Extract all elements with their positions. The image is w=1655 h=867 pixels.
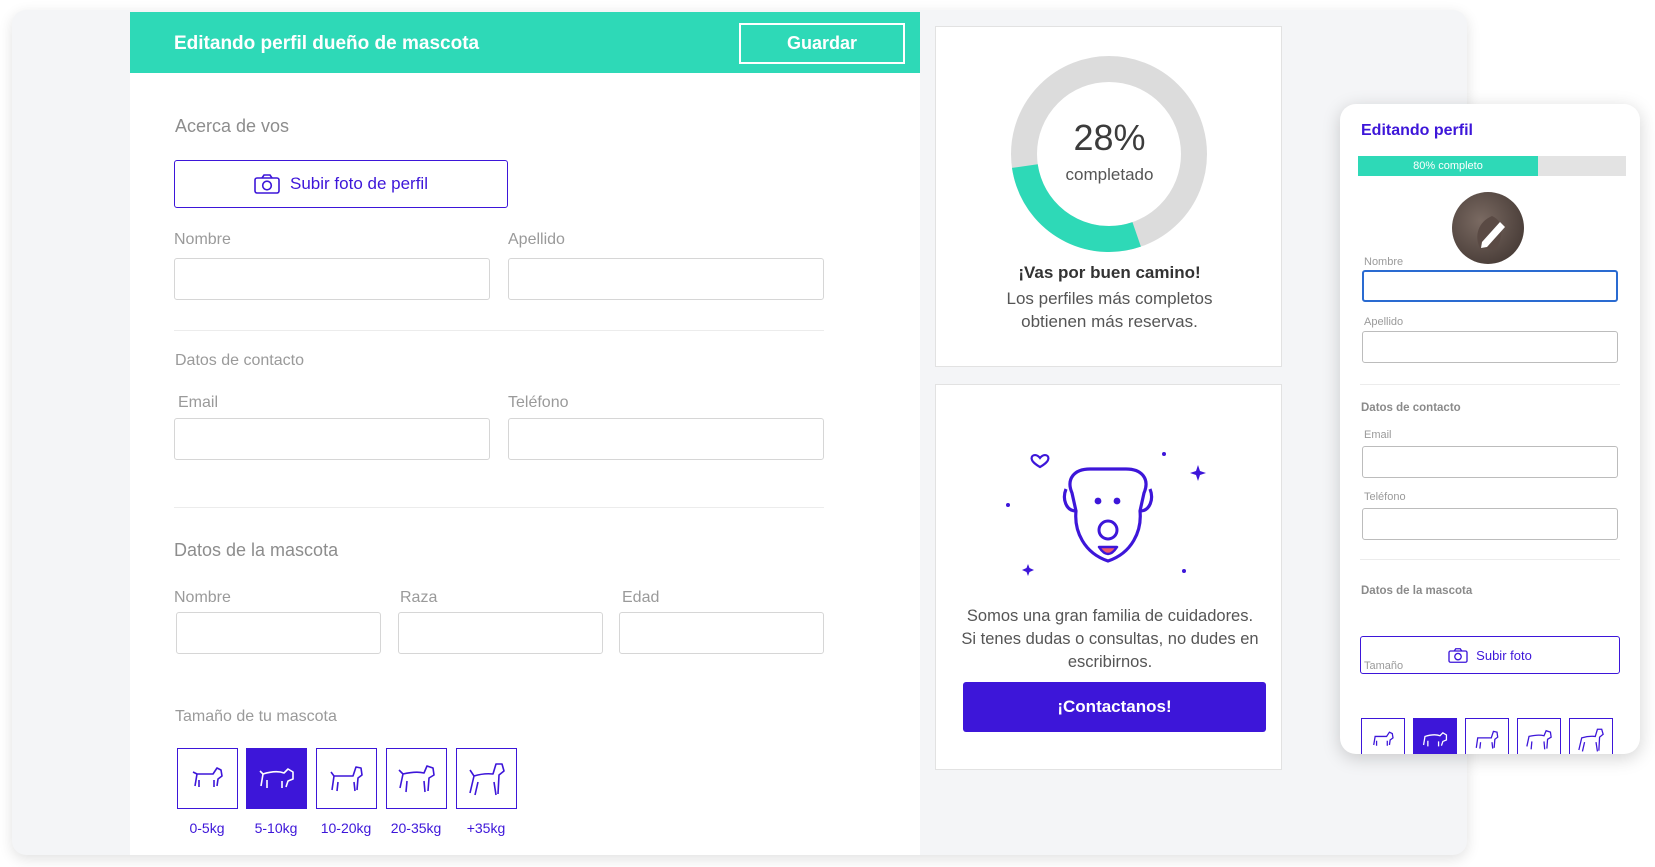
- giant-dog-icon: [1578, 728, 1604, 752]
- progress-subtitle: completado: [1065, 165, 1154, 184]
- progress-message-title: ¡Vas por buen camino!: [1018, 263, 1201, 282]
- size-option-10-20kg[interactable]: [316, 748, 377, 809]
- size-label-0-5kg: 0-5kg: [189, 820, 225, 836]
- phone-input[interactable]: [508, 418, 824, 460]
- mobile-phone-input[interactable]: [1362, 508, 1618, 540]
- mobile-phone-label: Teléfono: [1364, 491, 1406, 503]
- mobile-size-option-0-5kg[interactable]: [1361, 718, 1405, 754]
- large-dog-icon: [397, 764, 435, 792]
- small-dog-icon: [1373, 731, 1394, 746]
- bulldog-icon: [258, 767, 294, 788]
- large-dog-icon: [1526, 729, 1552, 750]
- desktop-frame: Editando perfil dueño de mascota Guardar…: [12, 10, 1467, 855]
- mobile-size-option-20-35kg[interactable]: [1517, 718, 1561, 754]
- pet-name-label: Nombre: [174, 589, 231, 606]
- upload-profile-photo-label: Subir foto de perfil: [290, 174, 428, 193]
- last-name-label: Apellido: [508, 231, 565, 248]
- first-name-input[interactable]: [174, 258, 490, 300]
- last-name-input[interactable]: [508, 258, 824, 300]
- phone-label: Teléfono: [508, 394, 569, 411]
- camera-icon: [1448, 647, 1468, 663]
- upload-profile-photo-button[interactable]: Subir foto de perfil: [174, 160, 508, 208]
- form-header: Editando perfil dueño de mascota Guardar: [130, 12, 920, 73]
- first-name-label: Nombre: [174, 231, 231, 248]
- progress-card: 28% completado ¡Vas por buen camino! Los…: [935, 26, 1282, 367]
- size-label-10-20kg: 10-20kg: [320, 820, 372, 836]
- mobile-pet-section: Datos de la mascota: [1361, 585, 1473, 597]
- small-dog-icon: [192, 766, 223, 787]
- mobile-size-option-35kg-plus[interactable]: [1569, 718, 1613, 754]
- dog-face-illustration: [1006, 452, 1206, 576]
- edit-photo-icon: [1477, 216, 1505, 250]
- help-text: Somos una gran familia de cuidadores. Si…: [961, 607, 1259, 671]
- about-section-title: Acerca de vos: [175, 116, 290, 136]
- divider: [1360, 559, 1620, 560]
- mobile-contact-section: Datos de contacto: [1361, 402, 1461, 414]
- pet-section-title: Datos de la mascota: [174, 540, 339, 560]
- contact-us-button[interactable]: ¡Contactanos!: [963, 682, 1266, 732]
- mobile-progress-fill: 80% completo: [1358, 156, 1538, 176]
- mobile-preview: Editando perfil 80% completo Nombre Apel…: [1340, 104, 1640, 754]
- divider: [1360, 384, 1620, 385]
- mobile-email-input[interactable]: [1362, 446, 1618, 478]
- form-title: Editando perfil dueño de mascota: [174, 33, 480, 54]
- size-label-20-35kg: 20-35kg: [390, 820, 442, 836]
- mobile-first-name-input[interactable]: [1362, 270, 1618, 302]
- email-label: Email: [178, 394, 219, 411]
- save-button[interactable]: Guardar: [739, 23, 905, 64]
- mobile-size-option-10-20kg[interactable]: [1465, 718, 1509, 754]
- divider: [174, 507, 824, 508]
- pet-breed-input[interactable]: [398, 612, 603, 654]
- help-card: Somos una gran familia de cuidadores. Si…: [935, 384, 1282, 770]
- mobile-email-label: Email: [1364, 429, 1392, 441]
- size-option-20-35kg[interactable]: [386, 748, 447, 809]
- bulldog-icon: [1422, 732, 1448, 747]
- mobile-last-name-input[interactable]: [1362, 331, 1618, 363]
- pet-age-label: Edad: [622, 589, 660, 606]
- contact-section-title: Datos de contacto: [175, 352, 304, 369]
- pet-age-input[interactable]: [619, 612, 824, 654]
- progress-message-text: Los perfiles más completos obtienen más …: [1006, 289, 1213, 331]
- size-option-0-5kg[interactable]: [177, 748, 238, 809]
- giant-dog-icon: [468, 762, 505, 795]
- camera-icon: [254, 174, 280, 194]
- mobile-progress-bar: 80% completo: [1358, 156, 1626, 176]
- email-input[interactable]: [174, 418, 490, 460]
- avatar[interactable]: [1452, 192, 1524, 264]
- size-option-5-10kg[interactable]: [246, 748, 307, 809]
- mobile-size-label: Tamaño: [1364, 660, 1404, 672]
- size-label-35kg-plus: +35kg: [466, 820, 506, 836]
- pet-size-title: Tamaño de tu mascota: [175, 708, 337, 725]
- mobile-first-name-label: Nombre: [1364, 256, 1404, 268]
- mobile-title: Editando perfil: [1361, 122, 1473, 139]
- mobile-last-name-label: Apellido: [1364, 316, 1404, 328]
- progress-percent: 28%: [1073, 117, 1146, 158]
- size-option-35kg-plus[interactable]: [456, 748, 517, 809]
- pet-name-input[interactable]: [176, 612, 381, 654]
- medium-dog-icon: [1475, 730, 1499, 749]
- divider: [174, 330, 824, 331]
- pet-breed-label: Raza: [400, 589, 438, 606]
- mobile-upload-photo-label: Subir foto: [1476, 647, 1532, 663]
- profile-form-card: Editando perfil dueño de mascota Guardar…: [130, 12, 920, 855]
- medium-dog-icon: [329, 765, 363, 791]
- size-label-5-10kg: 5-10kg: [254, 820, 298, 836]
- mobile-size-option-5-10kg[interactable]: [1413, 718, 1457, 754]
